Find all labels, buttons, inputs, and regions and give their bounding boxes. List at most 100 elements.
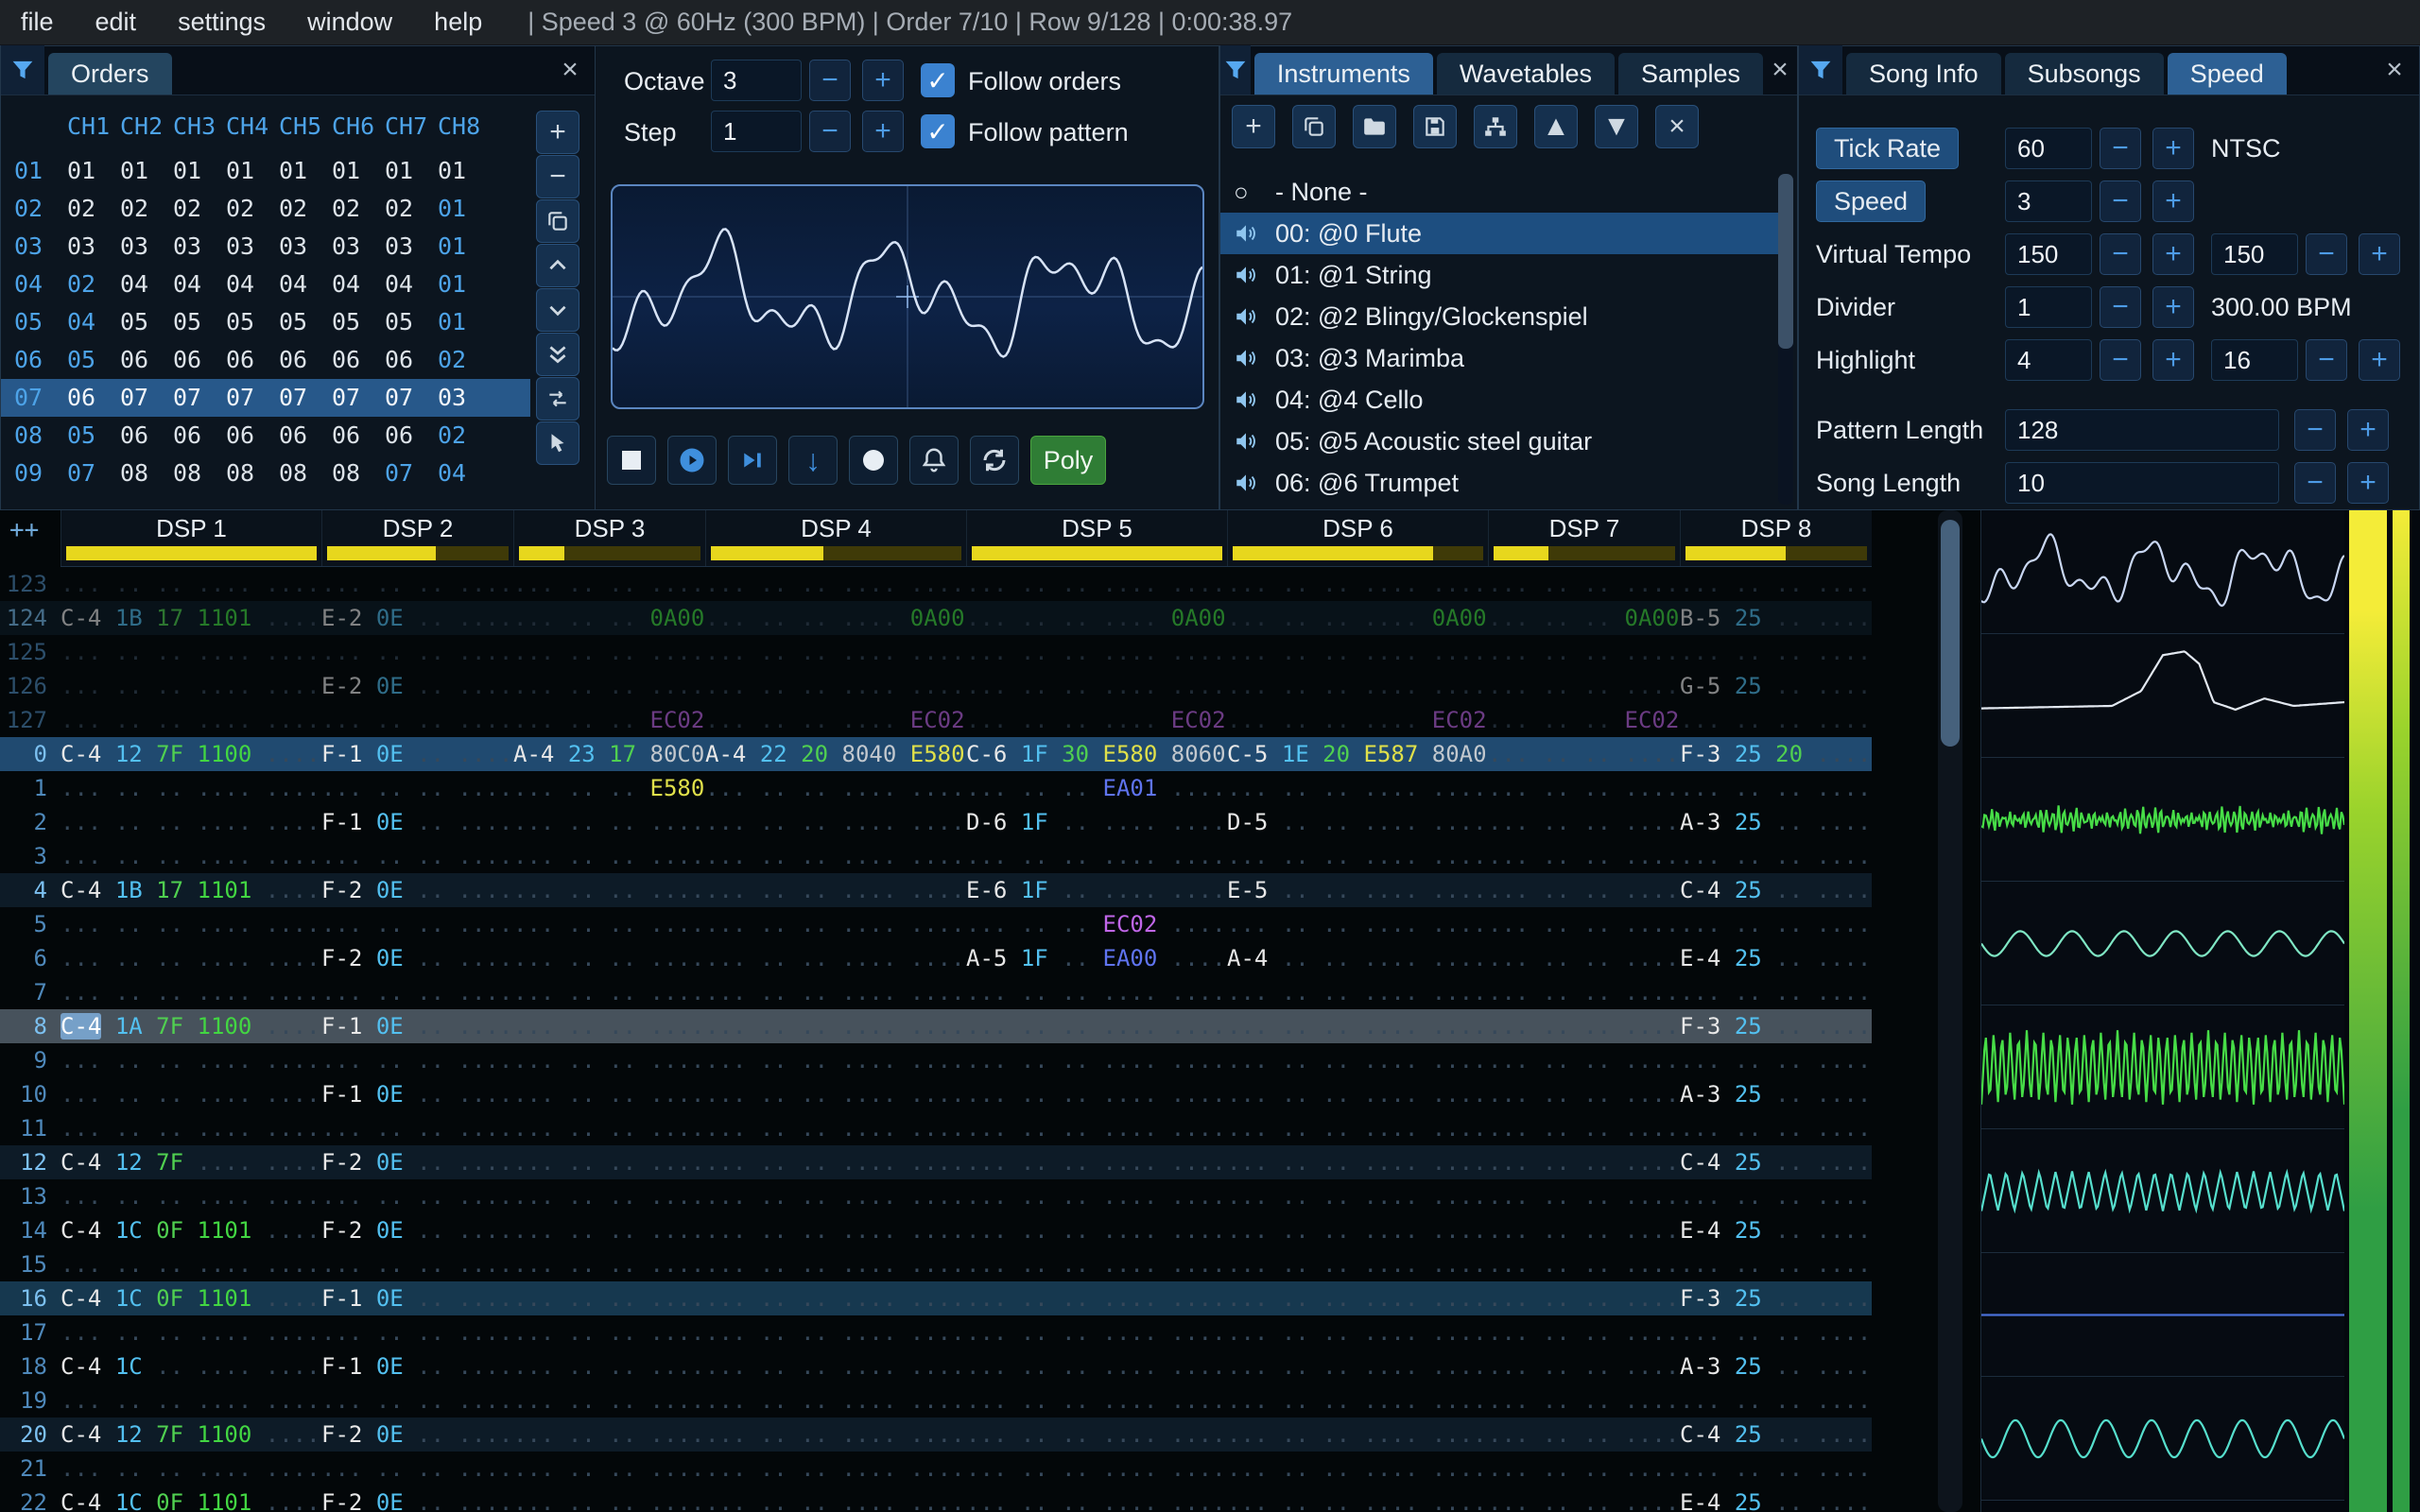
pattern-cell[interactable]: ... .. .. .... bbox=[513, 567, 705, 601]
order-edit-mode-button[interactable] bbox=[536, 421, 579, 465]
order-cell[interactable]: 06 bbox=[385, 341, 438, 379]
pattern-cell[interactable]: ... .. .. .... .... bbox=[705, 1145, 966, 1179]
pattern-cell[interactable]: ... .. .. .... bbox=[1488, 1349, 1680, 1383]
instrument-open-button[interactable] bbox=[1353, 105, 1396, 148]
order-cell[interactable]: 08 bbox=[279, 455, 332, 492]
pattern-cell[interactable]: ... .. .. .... bbox=[1488, 805, 1680, 839]
virtual-tempo-input[interactable]: 150 bbox=[2005, 233, 2092, 275]
pattern-row[interactable]: 8 C-4 1A 7F 1100 ....F-1 0E .. ....... ..… bbox=[0, 1009, 1872, 1043]
song-length-minus-button[interactable]: − bbox=[2294, 462, 2336, 504]
order-cell[interactable]: 01 bbox=[332, 152, 385, 190]
pattern-cell[interactable]: ... .. .. EC02 .... bbox=[966, 907, 1227, 941]
order-move-up-button[interactable] bbox=[536, 244, 579, 287]
pattern-cell[interactable]: ... .. .. .... bbox=[513, 1043, 705, 1077]
pattern-cell[interactable]: ... .. .. .... bbox=[321, 1383, 513, 1418]
channel-header[interactable]: DSP 5 bbox=[966, 510, 1227, 566]
pattern-cell[interactable]: ... .. .. .... bbox=[513, 1349, 705, 1383]
pattern-cell[interactable]: ... .. .. .... .... bbox=[705, 941, 966, 975]
pattern-row[interactable]: 16 C-4 1C 0F 1101 ....F-1 0E .. ....... .… bbox=[0, 1281, 1872, 1315]
order-cell[interactable]: 02 bbox=[332, 190, 385, 228]
pattern-row[interactable]: 4 C-4 1B 17 1101 ....F-2 0E .. ....... ..… bbox=[0, 873, 1872, 907]
order-cell[interactable]: 08 bbox=[120, 455, 173, 492]
pattern-cell[interactable]: G-5 25 .. .... bbox=[1680, 669, 1872, 703]
pattern-row[interactable]: 127... .. .. .... ....... .. .. ....... … bbox=[0, 703, 1872, 737]
pattern-row[interactable]: 3... .. .. .... ....... .. .. ....... ..… bbox=[0, 839, 1872, 873]
pattern-row[interactable]: 0 C-4 12 7F 1100 ....F-1 0E .. ....A-4 23… bbox=[0, 737, 1872, 771]
pattern-cell[interactable]: C-4 1B 17 1101 .... bbox=[60, 601, 321, 635]
pattern-cell[interactable]: ... .. .. .... .... bbox=[1227, 1077, 1488, 1111]
pattern-cell[interactable]: A-5 1F .. EA00 .... bbox=[966, 941, 1227, 975]
pattern-row[interactable]: 9... .. .. .... ....... .. .. ....... ..… bbox=[0, 1043, 1872, 1077]
pattern-cell[interactable]: ... .. .. .... .... bbox=[966, 635, 1227, 669]
order-cell[interactable]: 03 bbox=[120, 228, 173, 266]
pattern-cell[interactable]: ... .. .. .... .... bbox=[705, 873, 966, 907]
pattern-cell[interactable]: E-6 1F .. .... .... bbox=[966, 873, 1227, 907]
step-row-button[interactable]: ↓ bbox=[788, 436, 838, 485]
instrument-duplicate-button[interactable] bbox=[1292, 105, 1336, 148]
pattern-cell[interactable]: ... .. .. .... bbox=[1488, 669, 1680, 703]
pattern-cell[interactable]: ... .. .. .... .... bbox=[1227, 567, 1488, 601]
tick-rate-label[interactable]: Tick Rate bbox=[1816, 128, 1960, 169]
pattern-cell[interactable]: ... .. .. .... .... bbox=[1227, 1418, 1488, 1452]
pattern-cell[interactable]: ... .. .. .... bbox=[1488, 1418, 1680, 1452]
pattern-cell[interactable]: ... .. .. .... bbox=[513, 873, 705, 907]
channel-header[interactable]: DSP 2 bbox=[321, 510, 513, 566]
pattern-cell[interactable]: ... .. .. .... .... bbox=[705, 1383, 966, 1418]
pattern-cell[interactable]: ... .. .. .... .... bbox=[966, 1043, 1227, 1077]
pattern-cell[interactable]: ... .. .. .... bbox=[1488, 1145, 1680, 1179]
pattern-cell[interactable]: ... .. .. .... .... bbox=[1227, 907, 1488, 941]
pattern-cell[interactable]: ... .. .. .... .... bbox=[60, 1111, 321, 1145]
repeat-pattern-button[interactable] bbox=[970, 436, 1019, 485]
order-duplicate-button[interactable] bbox=[536, 199, 579, 243]
pattern-cell[interactable]: ... .. .. .... .... bbox=[1227, 771, 1488, 805]
pattern-cell[interactable]: ... .. .. .... .... bbox=[60, 1043, 321, 1077]
pattern-cell[interactable]: ... .. .. .... .... bbox=[705, 805, 966, 839]
order-cell[interactable]: 02 bbox=[67, 266, 120, 303]
pattern-row[interactable]: 18 C-4 1C .. .... ....F-1 0E .. ....... .… bbox=[0, 1349, 1872, 1383]
pattern-cell[interactable]: ... .. .. .... bbox=[321, 635, 513, 669]
pattern-cell[interactable]: A-3 25 .. .... bbox=[1680, 1349, 1872, 1383]
order-cell[interactable]: 03 bbox=[173, 228, 226, 266]
speed-minus-button[interactable]: − bbox=[2100, 180, 2141, 222]
pattern-row[interactable]: 6... .. .. .... ....F-2 0E .. ....... ..… bbox=[0, 941, 1872, 975]
pattern-cell[interactable]: ... .. .. .... .... bbox=[705, 771, 966, 805]
order-cell[interactable]: 04 bbox=[332, 266, 385, 303]
pattern-cell[interactable]: ... .. .. .... 0A00 bbox=[705, 601, 966, 635]
pattern-cell[interactable]: C-5 1E 20 E587 80A0 bbox=[1227, 737, 1488, 771]
pattern-row[interactable]: 10... .. .. .... ....F-1 0E .. ....... .… bbox=[0, 1077, 1872, 1111]
pattern-cell[interactable]: ... .. .. .... bbox=[1488, 1179, 1680, 1213]
pattern-cell[interactable]: ... .. .. .... bbox=[321, 1179, 513, 1213]
pattern-cell[interactable]: ... .. .. EC02 bbox=[513, 703, 705, 737]
order-cell[interactable]: 07 bbox=[226, 379, 279, 417]
order-cell[interactable]: 01 bbox=[279, 152, 332, 190]
pattern-cell[interactable]: ... .. .. .... .... bbox=[60, 1247, 321, 1281]
virtual-tempo-input[interactable]: 150 bbox=[2211, 233, 2298, 275]
order-cell[interactable]: 06 bbox=[173, 417, 226, 455]
pattern-row[interactable]: 12 C-4 12 7F .... ....F-2 0E .. ....... .… bbox=[0, 1145, 1872, 1179]
pattern-cell[interactable]: ... .. .. .... .... bbox=[705, 669, 966, 703]
pattern-cell[interactable]: E-4 25 .. .... bbox=[1680, 1486, 1872, 1512]
pattern-row[interactable]: 22 C-4 1C 0F 1101 ....F-2 0E .. ....... .… bbox=[0, 1486, 1872, 1512]
pattern-cell[interactable]: ... .. .. .... .... bbox=[60, 1452, 321, 1486]
song-close-button[interactable]: × bbox=[2370, 45, 2419, 94]
pattern-cell[interactable]: F-3 25 .. .... bbox=[1680, 1281, 1872, 1315]
order-cell[interactable]: 04 bbox=[120, 266, 173, 303]
pattern-cell[interactable]: ... .. .. .... bbox=[321, 1452, 513, 1486]
pattern-cell[interactable]: ... .. .. .... .... bbox=[60, 703, 321, 737]
octave-plus-button[interactable]: + bbox=[862, 60, 904, 101]
pattern-cell[interactable]: ... .. .. .... .... bbox=[1227, 1383, 1488, 1418]
pattern-cell[interactable]: ... .. .. .... .... bbox=[966, 1315, 1227, 1349]
pattern-cell[interactable]: ... .. .. .... bbox=[1680, 1179, 1872, 1213]
pattern-cell[interactable]: ... .. .. .... .... bbox=[60, 567, 321, 601]
pattern-cell[interactable]: A-4 22 20 8040 E580 bbox=[705, 737, 966, 771]
pattern-cell[interactable]: ... .. .. .... .... bbox=[966, 975, 1227, 1009]
pattern-cell[interactable]: ... .. .. .... bbox=[1488, 1315, 1680, 1349]
menu-window[interactable]: window bbox=[286, 0, 413, 45]
menu-help[interactable]: help bbox=[413, 0, 503, 45]
order-cell[interactable]: 01 bbox=[385, 152, 438, 190]
pattern-row[interactable]: 19... .. .. .... ....... .. .. ....... .… bbox=[0, 1383, 1872, 1418]
pattern-cell[interactable]: ... .. .. .... bbox=[513, 1179, 705, 1213]
order-move-down-button[interactable] bbox=[536, 288, 579, 332]
order-cell[interactable]: 02 bbox=[385, 190, 438, 228]
pattern-cell[interactable]: ... .. .. .... bbox=[513, 1418, 705, 1452]
